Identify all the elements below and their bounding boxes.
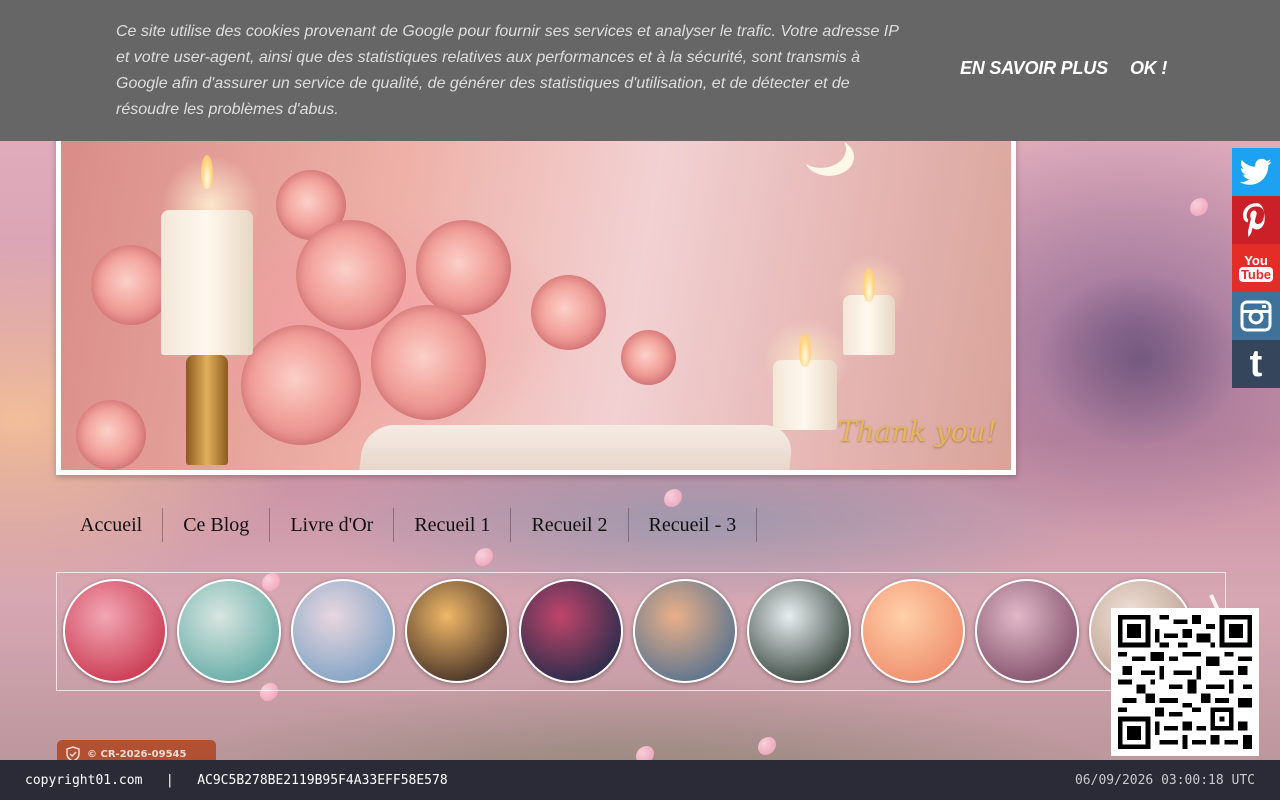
youtube-button[interactable]: You Tube (1232, 244, 1280, 292)
nav-item-accueil[interactable]: Accueil (60, 508, 164, 542)
nav-item-ce-blog[interactable]: Ce Blog (163, 508, 271, 542)
nav-item-livre-dor[interactable]: Livre d'Or (270, 508, 395, 542)
copyright-badge-text: © CR-2026-09545 (87, 748, 187, 760)
learn-more-button[interactable]: EN SAVOIR PLUS (960, 58, 1108, 79)
rose (76, 400, 146, 470)
rose (296, 220, 406, 330)
candle-holder (186, 355, 228, 465)
youtube-label-top: You (1244, 253, 1268, 268)
slider-thumbnail[interactable] (291, 579, 395, 683)
candle-flame (863, 268, 875, 302)
slider-thumbnail[interactable] (405, 579, 509, 683)
nav-item-recueil-2[interactable]: Recueil 2 (511, 508, 629, 542)
instagram-button[interactable] (1232, 292, 1280, 340)
twitter-bird-icon (1240, 158, 1272, 185)
pinterest-icon (1243, 203, 1265, 237)
banner-caption: Thank you! (837, 415, 997, 448)
slider-thumbnail[interactable] (975, 579, 1079, 683)
status-left: copyright01.com | AC9C5B278BE2119B95F4A3… (25, 773, 448, 788)
candle-flame (799, 333, 811, 367)
status-site[interactable]: copyright01.com (25, 773, 142, 788)
cookie-ok-button[interactable]: OK ! (1130, 58, 1167, 79)
status-separator: | (165, 773, 174, 788)
nav-item-recueil-1[interactable]: Recueil 1 (394, 508, 512, 542)
rose (241, 325, 361, 445)
cookie-consent-banner: Ce site utilise des cookies provenant de… (0, 0, 1280, 141)
slider-thumbnail[interactable] (519, 579, 623, 683)
twitter-button[interactable] (1232, 148, 1280, 196)
candle (161, 210, 253, 355)
tumblr-t-icon: t (1249, 343, 1263, 385)
main-nav: Accueil Ce Blog Livre d'Or Recueil 1 Rec… (60, 508, 758, 542)
copyright-status-bar: copyright01.com | AC9C5B278BE2119B95F4A3… (0, 760, 1280, 800)
social-share-bar: You Tube t (1232, 148, 1280, 388)
candle (843, 295, 895, 355)
rose (371, 305, 486, 420)
header-banner-image[interactable]: Thank you! (56, 120, 1016, 475)
pinterest-button[interactable] (1232, 196, 1280, 244)
nav-item-recueil-3[interactable]: Recueil - 3 (629, 508, 758, 542)
slider-thumbnail[interactable] (63, 579, 167, 683)
tumblr-button[interactable]: t (1232, 340, 1280, 388)
open-book (357, 425, 795, 470)
slider-thumbnail[interactable] (861, 579, 965, 683)
slider-thumbnail[interactable] (177, 579, 281, 683)
candle (773, 360, 837, 430)
thumbnail-slider (56, 572, 1226, 691)
cookie-message: Ce site utilise des cookies provenant de… (116, 23, 899, 118)
instagram-camera-icon (1240, 300, 1272, 332)
status-hash: AC9C5B278BE2119B95F4A33EFF58E578 (197, 773, 448, 788)
qr-code-icon (1118, 615, 1252, 749)
slider-thumbnail[interactable] (633, 579, 737, 683)
candle-flame (201, 155, 213, 189)
youtube-label-bottom: Tube (1238, 267, 1274, 282)
rose (531, 275, 606, 350)
rose (91, 245, 171, 325)
qr-code (1111, 608, 1259, 756)
slider-thumbnail[interactable] (747, 579, 851, 683)
status-timestamp: 06/09/2026 03:00:18 UTC (1074, 773, 1255, 788)
rose (416, 220, 511, 315)
rose (621, 330, 676, 385)
